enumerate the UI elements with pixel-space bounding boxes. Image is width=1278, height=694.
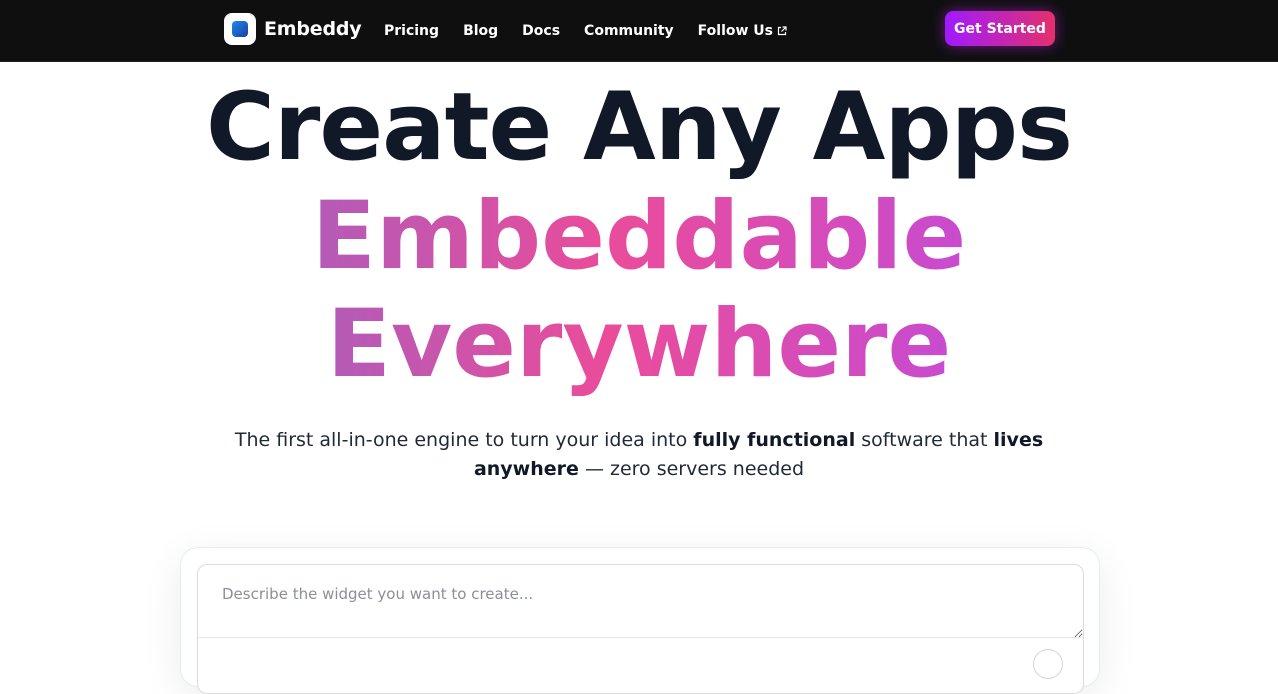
prompt-action-button[interactable] bbox=[1033, 649, 1063, 679]
hero-gradient-text-1: Embeddable bbox=[311, 182, 967, 291]
nav-links: Pricing Blog Docs Community Follow Us bbox=[384, 0, 811, 62]
prompt-divider bbox=[198, 637, 1083, 638]
nav-link-blog[interactable]: Blog bbox=[463, 23, 498, 39]
hero-title-line1: Create Any Apps bbox=[206, 73, 1073, 182]
prompt-card bbox=[180, 547, 1100, 694]
subtitle-part2: software that bbox=[855, 429, 994, 451]
hero-title-line3: Everywhere bbox=[0, 291, 1278, 399]
brand-logo[interactable]: Embeddy bbox=[224, 13, 362, 45]
nav-link-docs[interactable]: Docs bbox=[522, 23, 560, 39]
subtitle-part3: — zero servers needed bbox=[578, 458, 805, 480]
hero-subtitle: The first all-in-one engine to turn your… bbox=[190, 426, 1088, 484]
subtitle-bold-1: fully functional bbox=[693, 429, 856, 451]
logo-icon bbox=[224, 13, 256, 45]
brand-name: Embeddy bbox=[264, 18, 362, 40]
follow-us-label: Follow Us bbox=[697, 23, 774, 39]
prompt-box bbox=[197, 564, 1084, 694]
nav-link-community[interactable]: Community bbox=[584, 23, 674, 39]
widget-prompt-input[interactable] bbox=[198, 565, 1083, 638]
nav-link-follow-us[interactable]: Follow Us bbox=[698, 23, 787, 39]
hero-title-line2: Embeddable bbox=[0, 183, 1278, 291]
subtitle-part1: The first all-in-one engine to turn your… bbox=[234, 429, 694, 451]
hero-gradient-text-2: Everywhere bbox=[326, 290, 952, 399]
top-navbar: Embeddy Pricing Blog Docs Community Foll… bbox=[0, 0, 1278, 62]
nav-link-pricing[interactable]: Pricing bbox=[384, 23, 439, 39]
get-started-button[interactable]: Get Started bbox=[945, 11, 1055, 46]
external-link-icon bbox=[777, 26, 787, 36]
